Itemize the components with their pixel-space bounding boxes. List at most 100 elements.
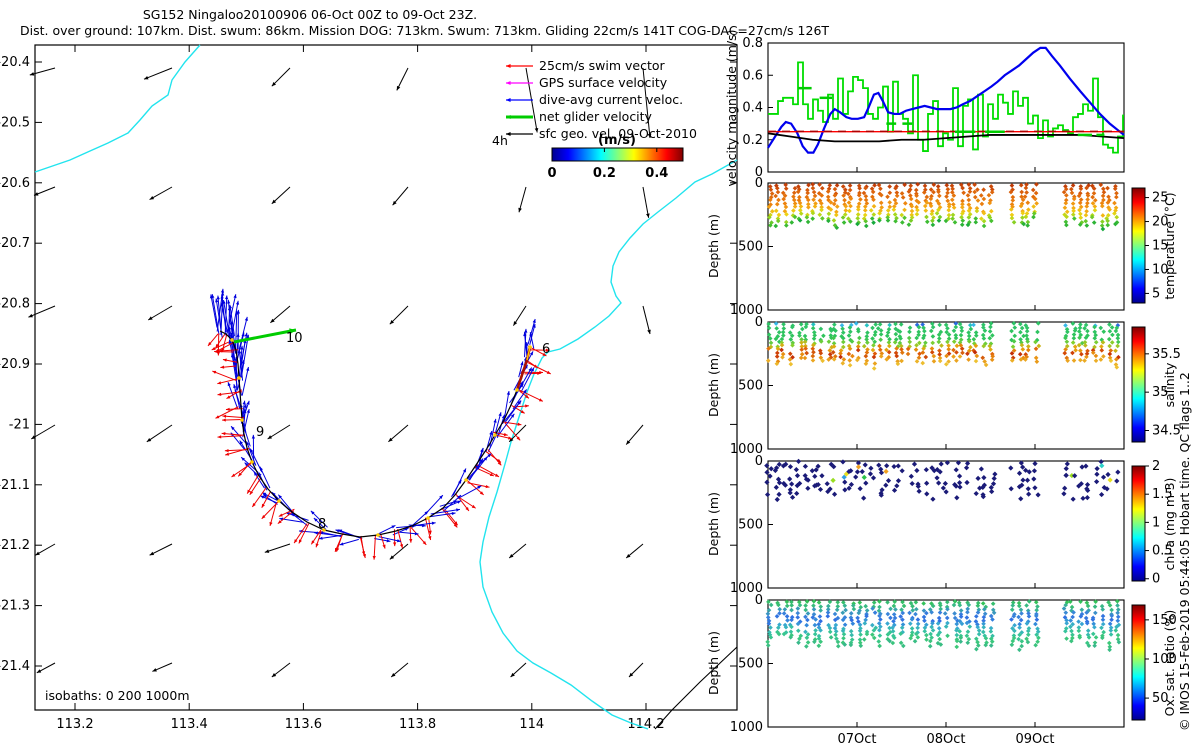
data-point (894, 193, 900, 199)
data-point (887, 322, 892, 328)
data-point (976, 631, 982, 637)
data-point (975, 603, 981, 609)
geo-velocity-arrow (146, 437, 152, 442)
data-point (1024, 328, 1030, 334)
data-point (946, 207, 952, 213)
data-point (1090, 631, 1096, 637)
data-point (928, 631, 933, 637)
data-point (1085, 197, 1090, 202)
data-point (813, 628, 818, 633)
data-point (956, 473, 963, 479)
data-point (870, 325, 875, 331)
data-point (888, 606, 893, 612)
data-point (1099, 223, 1105, 228)
swim-vector-arrow (222, 358, 227, 362)
data-point (953, 467, 959, 473)
data-point (861, 343, 867, 349)
data-point (1017, 625, 1022, 630)
data-point (834, 204, 840, 209)
data-point (908, 183, 914, 189)
data-point (885, 611, 891, 617)
data-point (1108, 628, 1114, 633)
data-point (781, 322, 786, 327)
y-tick-label: 0.6 (742, 68, 763, 83)
legend-item-label: dive-avg current veloc. (539, 92, 683, 107)
data-point (872, 183, 877, 188)
data-point (826, 339, 832, 344)
data-point (927, 643, 933, 649)
data-point (979, 201, 985, 207)
data-point (1100, 213, 1106, 218)
data-point (863, 197, 869, 203)
data-point (1032, 485, 1038, 491)
data-point (1101, 329, 1107, 334)
x-tick-label: 114 (519, 717, 544, 732)
data-point (1018, 607, 1024, 613)
data-point (1107, 477, 1113, 483)
data-point (924, 632, 929, 638)
series-steps (768, 61, 1124, 154)
colorbar-tick-label: 0 (1152, 572, 1160, 587)
data-point (967, 624, 973, 629)
data-point (849, 632, 855, 638)
data-point (930, 222, 936, 228)
data-point (1026, 491, 1032, 497)
data-point (965, 640, 971, 646)
data-point (839, 323, 845, 328)
y-tick-label: -21.3 (0, 599, 30, 614)
data-point (901, 603, 907, 609)
data-point (838, 354, 843, 360)
data-point (842, 622, 848, 628)
dive-avg-current-arrow (524, 328, 528, 333)
data-point (937, 610, 943, 615)
data-point (1115, 339, 1121, 345)
data-point (1026, 614, 1032, 619)
data-point (788, 629, 794, 635)
colorbar-tick-label: 2 (1152, 459, 1160, 474)
data-point (980, 629, 986, 635)
data-point (848, 329, 853, 335)
data-point (871, 203, 877, 209)
data-point (1024, 333, 1029, 338)
data-point (768, 187, 774, 192)
swim-vector-arrow (519, 389, 544, 402)
data-point (916, 355, 922, 361)
data-point (1114, 194, 1119, 200)
data-point (830, 477, 836, 483)
data-point (900, 220, 905, 225)
data-point (775, 189, 781, 195)
data-point (1092, 329, 1098, 335)
data-point (1070, 201, 1076, 206)
data-point (765, 611, 771, 617)
data-point (877, 627, 882, 633)
dive-avg-current-arrow (339, 542, 344, 546)
data-point (1018, 496, 1024, 502)
data-point (816, 600, 822, 605)
data-point (862, 621, 868, 626)
data-point (1076, 619, 1081, 624)
data-point (1019, 643, 1024, 649)
data-point (1100, 607, 1106, 612)
y-tick-label: 500 (738, 518, 763, 533)
data-point (861, 474, 867, 480)
data-point (818, 326, 824, 332)
data-point (1026, 207, 1031, 212)
data-point (856, 340, 862, 345)
data-point (833, 632, 838, 638)
data-point (1098, 357, 1104, 362)
data-point (961, 190, 966, 196)
dive-avg-current-arrow (246, 400, 250, 405)
data-point (864, 350, 870, 355)
data-point (1107, 343, 1112, 349)
legend-item-label: net glider velocity (539, 109, 653, 124)
geo-velocity-arrow (264, 549, 270, 553)
data-point (768, 340, 774, 346)
isobath-line (479, 159, 738, 730)
data-point (899, 358, 904, 364)
data-point (1069, 186, 1074, 192)
data-point (951, 328, 957, 334)
y-tick-label: 0.8 (742, 36, 763, 51)
data-point (936, 218, 942, 223)
data-point (916, 488, 922, 494)
data-point (936, 480, 942, 486)
